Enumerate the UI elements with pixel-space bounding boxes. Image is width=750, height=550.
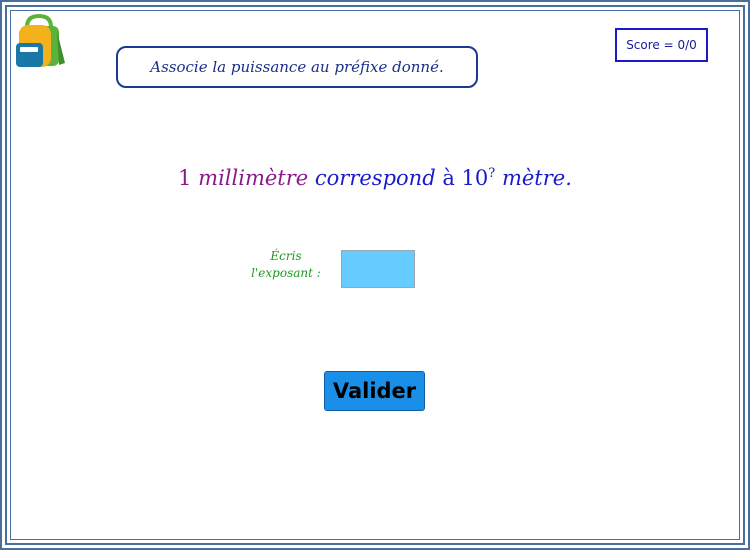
instruction-box: Associe la puissance au préfixe donné. [116,46,478,88]
score-display: Score = 0/0 [615,28,708,62]
exponent-label-line2: l'exposant : [251,266,321,280]
question-unit: millimètre [198,166,309,190]
exponent-label: Écris l'exposant : [238,248,334,282]
question-base: 10 [461,166,489,190]
exponent-label-line1: Écris [270,249,302,263]
question-ending: mètre. [501,166,572,190]
score-text: Score = 0/0 [626,38,697,52]
instruction-text: Associe la puissance au préfixe donné. [150,58,444,76]
question-number: 1 [178,166,192,190]
question-line: 1 millimètre correspond à 10? mètre. [0,166,750,190]
exponent-input[interactable] [341,250,415,288]
validate-button[interactable]: Valider [324,371,425,411]
question-preposition: à [442,166,455,190]
backpack-icon [16,13,65,67]
question-verb: correspond [314,166,436,190]
question-exponent: ? [488,166,496,181]
